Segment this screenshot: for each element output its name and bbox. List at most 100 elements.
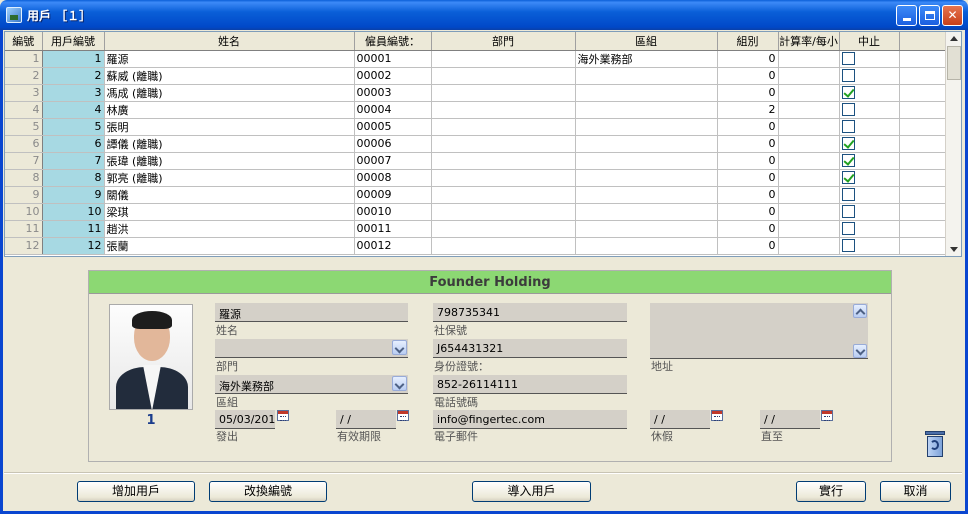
title-bar[interactable]: 用戶 ［１］ ✕ [0,0,968,30]
group-cell[interactable]: 0 [717,203,779,221]
employee-id-cell[interactable]: 00009 [354,186,432,204]
user-id-cell[interactable]: 7 [42,152,105,170]
row-number[interactable]: 11 [5,220,43,238]
group-cell[interactable]: 0 [717,50,779,68]
calendar-icon[interactable] [821,410,833,421]
chevron-down-icon[interactable] [392,340,407,355]
table-row[interactable]: 5 5 張明 00005 0 [5,118,948,136]
table-row[interactable]: 1 1 羅源 00001 海外業務部 0 [5,50,948,68]
id-number-field[interactable]: J654431321 [433,339,627,358]
name-cell[interactable]: 林廣 [104,101,355,119]
name-cell[interactable]: 張瑋 (離職) [104,152,355,170]
phone-field[interactable]: 852-26114111 [433,375,627,394]
area-cell[interactable] [575,118,718,136]
calendar-icon[interactable] [397,410,409,421]
user-id-cell[interactable]: 12 [42,237,105,255]
area-cell[interactable] [575,203,718,221]
area-cell[interactable] [575,220,718,238]
area-cell[interactable] [575,186,718,204]
user-id-cell[interactable]: 6 [42,135,105,153]
table-row[interactable]: 10 10 梁琪 00010 0 [5,203,948,221]
email-field[interactable]: info@fingertec.com [433,410,627,429]
stopped-checkbox[interactable] [841,222,855,235]
employee-id-cell[interactable]: 00002 [354,67,432,85]
department-cell[interactable] [431,118,576,136]
employee-id-cell[interactable]: 00004 [354,101,432,119]
department-cell[interactable] [431,186,576,204]
table-row[interactable]: 6 6 譚儀 (離職) 00006 0 [5,135,948,153]
calendar-icon[interactable] [277,410,289,421]
rate-cell[interactable] [778,169,840,187]
rate-cell[interactable] [778,186,840,204]
department-cell[interactable] [431,237,576,255]
col-header-rate[interactable]: 計算率/每小 [778,32,840,51]
name-cell[interactable]: 馮成 (離職) [104,84,355,102]
row-number[interactable]: 4 [5,101,43,119]
name-cell[interactable]: 梁琪 [104,203,355,221]
expiry-date-field[interactable]: / / [336,410,396,429]
rate-cell[interactable] [778,67,840,85]
employee-id-cell[interactable]: 00010 [354,203,432,221]
col-header-group[interactable]: 組別 [717,32,779,51]
col-header-stopped[interactable]: 中止 [839,32,900,51]
until-date-field[interactable]: / / [760,410,820,429]
name-cell[interactable]: 羅源 [104,50,355,68]
rate-cell[interactable] [778,118,840,136]
col-header-department[interactable]: 部門 [431,32,576,51]
name-cell[interactable]: 譚儀 (離職) [104,135,355,153]
name-cell[interactable]: 關儀 [104,186,355,204]
close-button[interactable]: ✕ [942,5,963,26]
table-row[interactable]: 11 11 趙洪 00011 0 [5,220,948,238]
department-cell[interactable] [431,84,576,102]
user-id-cell[interactable]: 3 [42,84,105,102]
minimize-button[interactable] [896,5,917,26]
rate-cell[interactable] [778,135,840,153]
row-number[interactable]: 5 [5,118,43,136]
import-user-button[interactable]: 導入用戶 [472,481,591,502]
col-header-employee-id[interactable]: 僱員編號： [354,32,432,51]
user-grid[interactable]: 編號 用戶編號 姓名 僱員編號： 部門 區組 組別 計算率/每小 中止 1 1 羅源… [4,31,962,257]
stopped-checkbox[interactable] [841,171,855,184]
row-number[interactable]: 8 [5,169,43,187]
col-header-area[interactable]: 區組 [575,32,718,51]
department-cell[interactable] [431,67,576,85]
group-cell[interactable]: 0 [717,67,779,85]
area-cell[interactable] [575,84,718,102]
stopped-checkbox[interactable] [841,86,855,99]
row-number[interactable]: 2 [5,67,43,85]
department-cell[interactable] [431,220,576,238]
employee-id-cell[interactable]: 00005 [354,118,432,136]
row-number[interactable]: 9 [5,186,43,204]
start-date-field[interactable]: 05/03/2010 [215,410,275,429]
employee-id-cell[interactable]: 00012 [354,237,432,255]
stopped-checkbox[interactable] [841,188,855,201]
employee-id-cell[interactable]: 00006 [354,135,432,153]
leave-date-field[interactable]: / / [650,410,710,429]
employee-id-cell[interactable]: 00011 [354,220,432,238]
row-number[interactable]: 12 [5,237,43,255]
maximize-button[interactable] [919,5,940,26]
department-cell[interactable] [431,50,576,68]
stopped-checkbox[interactable] [841,52,855,65]
area-cell[interactable] [575,135,718,153]
stopped-checkbox[interactable] [841,205,855,218]
row-number[interactable]: 3 [5,84,43,102]
col-header-user-id[interactable]: 用戶編號 [42,32,105,51]
rate-cell[interactable] [778,152,840,170]
rate-cell[interactable] [778,220,840,238]
stopped-checkbox[interactable] [841,239,855,252]
department-cell[interactable] [431,101,576,119]
area-cell[interactable] [575,67,718,85]
employee-id-cell[interactable]: 00003 [354,84,432,102]
group-cell[interactable]: 2 [717,101,779,119]
chevron-down-icon[interactable] [392,376,407,391]
user-id-cell[interactable]: 10 [42,203,105,221]
department-cell[interactable] [431,135,576,153]
row-number[interactable]: 6 [5,135,43,153]
row-number[interactable]: 7 [5,152,43,170]
table-row[interactable]: 7 7 張瑋 (離職) 00007 0 [5,152,948,170]
area-cell[interactable] [575,169,718,187]
ok-button[interactable]: 實行 [796,481,866,502]
user-id-cell[interactable]: 11 [42,220,105,238]
area-cell[interactable]: 海外業務部 [575,50,718,68]
